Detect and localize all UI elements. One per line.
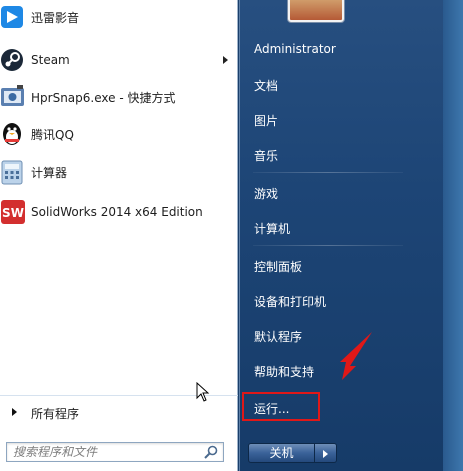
program-item-hypersnap[interactable]: HprSnap6.exe - 快捷方式 bbox=[0, 80, 238, 114]
program-label: HprSnap6.exe - 快捷方式 bbox=[31, 90, 176, 105]
program-item-qq[interactable]: 腾讯QQ bbox=[0, 117, 238, 151]
expand-arrow-icon bbox=[12, 408, 17, 416]
chevron-right-icon bbox=[323, 450, 328, 458]
qq-penguin-icon bbox=[3, 123, 21, 145]
mouse-cursor-icon bbox=[196, 382, 210, 402]
program-label: Steam bbox=[31, 53, 70, 67]
music-link[interactable]: 音乐 bbox=[254, 147, 278, 164]
run-highlight-box bbox=[242, 392, 320, 421]
shutdown-options-button[interactable] bbox=[315, 443, 337, 463]
calculator-icon bbox=[1, 160, 23, 185]
computer-link[interactable]: 计算机 bbox=[254, 220, 290, 237]
help-support-link[interactable]: 帮助和支持 bbox=[254, 363, 314, 380]
submenu-arrow-icon[interactable] bbox=[223, 56, 228, 64]
svg-text:SW: SW bbox=[2, 206, 24, 220]
search-input[interactable] bbox=[7, 443, 199, 461]
steam-icon bbox=[1, 49, 23, 71]
control-panel-link[interactable]: 控制面板 bbox=[254, 258, 302, 275]
games-link[interactable]: 游戏 bbox=[254, 185, 278, 202]
program-label: SolidWorks 2014 x64 Edition bbox=[31, 205, 203, 219]
documents-link[interactable]: 文档 bbox=[254, 77, 278, 94]
red-arrow-annotation-icon bbox=[340, 332, 372, 380]
section-separator bbox=[253, 245, 403, 246]
search-icon[interactable] bbox=[203, 445, 219, 459]
user-picture[interactable] bbox=[288, 0, 344, 22]
hypersnap-icon bbox=[1, 85, 24, 106]
program-label: 计算器 bbox=[31, 165, 68, 180]
program-item-solidworks[interactable]: SW SolidWorks 2014 x64 Edition bbox=[0, 195, 238, 229]
program-item-steam[interactable]: Steam bbox=[0, 43, 238, 77]
search-box[interactable] bbox=[6, 442, 224, 462]
pictures-link[interactable]: 图片 bbox=[254, 112, 278, 129]
program-item-xunlei[interactable]: 迅雷影音 bbox=[0, 0, 238, 34]
all-programs-button[interactable]: 所有程序 bbox=[0, 398, 238, 426]
program-label: 迅雷影音 bbox=[31, 10, 80, 25]
desktop-background bbox=[443, 0, 463, 471]
program-item-calculator[interactable]: 计算器 bbox=[0, 155, 238, 189]
xunlei-player-icon bbox=[1, 6, 23, 28]
user-name-link[interactable]: Administrator bbox=[254, 42, 336, 56]
shutdown-button[interactable]: 关机 bbox=[248, 443, 315, 463]
default-programs-link[interactable]: 默认程序 bbox=[254, 328, 302, 345]
solidworks-icon: SW bbox=[1, 200, 25, 224]
section-separator bbox=[253, 172, 403, 173]
all-programs-label: 所有程序 bbox=[31, 407, 80, 421]
program-label: 腾讯QQ bbox=[31, 127, 74, 142]
devices-printers-link[interactable]: 设备和打印机 bbox=[254, 293, 326, 310]
